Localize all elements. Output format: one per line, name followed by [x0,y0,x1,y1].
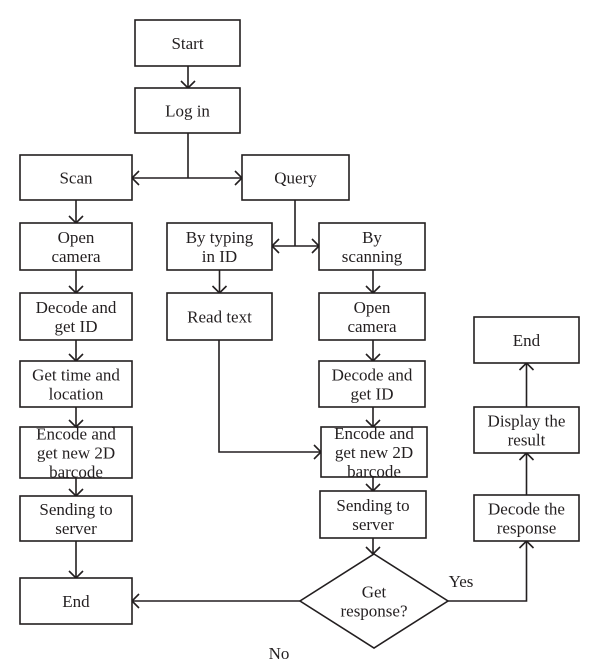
node-label: camera [51,247,101,266]
node-scan-get-time: Get time andlocation [19,360,133,408]
node-label: Decode the [488,500,565,519]
edge-decision-no [130,593,300,609]
edge-decision-yes [448,539,535,602]
node-login: Log in [134,87,241,134]
node-scan: Scan [19,154,133,201]
node-label: Encode and [36,425,116,444]
edge-open-decode [68,270,84,295]
node-label: Display the [488,412,566,431]
node-label: Sending to [336,496,409,515]
edge-label-yes: Yes [449,572,474,591]
node-label: barcode [347,462,401,481]
node-label: location [49,385,104,404]
node-label: server [55,519,97,538]
node-label: get new 2D [37,444,115,463]
edge-scan-open [68,200,84,225]
node-label: By typing [186,228,254,247]
node-query-send: Sending toserver [319,490,427,539]
node-query-encode: Encode andget new 2Dbarcode [320,424,428,481]
edge-label-no: No [269,644,290,663]
node-by-typing: By typingin ID [166,222,273,271]
node-label: Get time and [32,366,120,385]
node-query-end: End [473,316,580,364]
node-decode-response: Decode theresponse [473,494,580,542]
node-label: Encode and [334,424,414,443]
node-query-decode: Decode andget ID [318,360,426,408]
edge-login-scan [130,170,188,186]
node-label: server [352,515,394,534]
edge-start-login [180,66,196,90]
node-label: End [62,592,90,611]
node-label: result [508,431,546,450]
node-scan-decode: Decode andget ID [19,292,133,341]
node-start: Start [134,19,241,67]
node-label: Scan [59,169,93,188]
connector-line [218,340,321,453]
edge-query-typing [270,238,295,254]
edge-send-end [68,541,84,580]
edge-open-decode-r [365,340,381,363]
node-label: Decode and [332,366,413,385]
node-label: get ID [55,317,98,336]
node-label: response [497,519,556,538]
edge-byscan-open [365,270,381,295]
node-label: Read text [187,308,252,327]
node-get-response: Getresponse? [298,553,450,649]
node-label: Sending to [39,500,112,519]
node-scan-send: Sending toserver [19,495,133,542]
node-by-scanning: Byscanning [318,222,426,271]
edge-query-scanning [295,238,321,254]
node-label: scanning [342,247,403,266]
node-label: Open [58,228,95,247]
node-label: Decode and [36,298,117,317]
node-label: in ID [202,247,237,266]
node-label: By [362,228,382,247]
node-label: Start [171,34,203,53]
node-scan-encode: Encode andget new 2Dbarcode [19,425,133,482]
node-label: Query [274,169,317,188]
node-scan-end: End [19,577,133,625]
node-label: Get [362,583,387,602]
node-scan-open-camera: Opencamera [19,222,133,271]
node-label: get new 2D [335,443,413,462]
edge-decode-display [518,451,535,495]
edge-typing-read [211,270,228,295]
node-label: Log in [165,102,210,121]
node-display-result: Display theresult [473,406,580,454]
node-query-open-camera: Opencamera [318,292,426,341]
edge-send-decision [365,538,381,556]
node-label: End [513,331,541,350]
edge-display-end [518,361,535,407]
node-query: Query [241,154,350,201]
connector-line [448,541,528,602]
edge-read-encode [218,340,323,460]
node-label: barcode [49,463,103,482]
node-label: get ID [351,385,394,404]
edge-login-query [188,170,244,186]
node-label: camera [347,317,397,336]
node-label: response? [340,602,407,621]
edge-decode-time [68,340,84,363]
flowchart: StartLog inScan QueryOpencameraDecode and… [19,19,580,663]
node-label: Open [354,298,391,317]
node-read-text: Read text [166,292,273,341]
